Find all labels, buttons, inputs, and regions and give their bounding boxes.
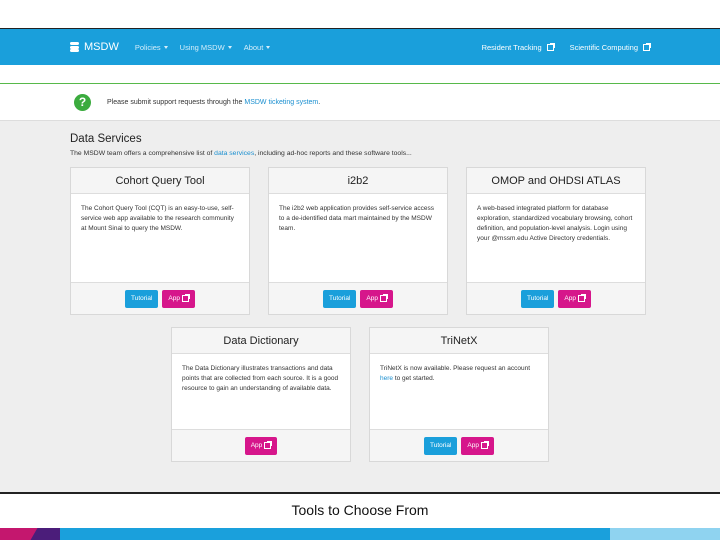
nav-menu-label: Using MSDW bbox=[179, 42, 225, 52]
browser-screenshot: MSDW Policies Using MSDW About Resident … bbox=[0, 28, 720, 494]
app-button[interactable]: App bbox=[360, 289, 393, 308]
nav-menu-using-msdw[interactable]: Using MSDW bbox=[180, 43, 232, 52]
desc-suffix: , including ad-hoc reports and these sof… bbox=[254, 150, 412, 157]
app-button-label: App bbox=[250, 442, 263, 449]
notice-prefix: Please submit support requests through t… bbox=[107, 98, 245, 106]
card-footer: Tutorial App bbox=[269, 282, 447, 314]
main-content: Data Services The MSDW team offers a com… bbox=[0, 121, 720, 462]
decorative-band bbox=[0, 528, 720, 540]
tutorial-button[interactable]: Tutorial bbox=[322, 289, 357, 308]
app-button[interactable]: App bbox=[162, 289, 195, 308]
band-light bbox=[610, 528, 720, 540]
card-title: Data Dictionary bbox=[172, 328, 350, 354]
card-data-dictionary: Data Dictionary The Data Dictionary illu… bbox=[171, 327, 351, 462]
card-body: The i2b2 web application provides self-s… bbox=[279, 205, 434, 232]
app-button[interactable]: App bbox=[461, 436, 494, 455]
notice-suffix: . bbox=[318, 98, 321, 106]
nav-menu-about[interactable]: About bbox=[244, 43, 271, 52]
card-body: The Data Dictionary illustrates transact… bbox=[182, 365, 339, 392]
caret-down-icon bbox=[266, 45, 271, 49]
card-title: i2b2 bbox=[269, 168, 447, 194]
scientific-computing-link[interactable]: Scientific Computing bbox=[569, 42, 651, 52]
question-icon: ? bbox=[74, 93, 91, 111]
external-link-icon bbox=[264, 441, 273, 449]
sub-bar bbox=[0, 65, 720, 84]
support-notice: ? Please submit support requests through… bbox=[0, 84, 720, 121]
card-body: TriNetX is now available. Please request… bbox=[370, 354, 548, 429]
caret-down-icon bbox=[227, 45, 232, 49]
card-footer: Tutorial App bbox=[370, 429, 548, 461]
external-link-icon bbox=[481, 441, 489, 449]
card-title: TriNetX bbox=[370, 328, 548, 354]
ticketing-system-link[interactable]: MSDW ticketing system bbox=[244, 99, 318, 106]
card-omop-ohdsi-atlas: OMOP and OHDSI ATLAS A web-based integra… bbox=[466, 167, 646, 315]
card-body: A web-based integrated platform for data… bbox=[477, 205, 633, 242]
app-button-label: App bbox=[366, 295, 378, 302]
external-link-icon bbox=[380, 294, 388, 302]
app-button-label: App bbox=[564, 295, 576, 302]
card-cohort-query-tool: Cohort Query Tool The Cohort Query Tool … bbox=[70, 167, 250, 315]
tutorial-button[interactable]: Tutorial bbox=[423, 436, 458, 455]
caret-down-icon bbox=[163, 45, 168, 49]
card-footer: Tutorial App bbox=[467, 282, 645, 314]
nav-menu-label: Policies bbox=[134, 42, 161, 52]
external-link-icon bbox=[182, 294, 190, 302]
app-button-label: App bbox=[168, 295, 180, 302]
brand-link[interactable]: MSDW bbox=[70, 41, 119, 53]
cards-row-1: Cohort Query Tool The Cohort Query Tool … bbox=[70, 167, 650, 315]
external-link-icon bbox=[578, 294, 586, 302]
card-body: The Cohort Query Tool (CQT) is an easy-t… bbox=[81, 205, 234, 232]
data-services-link[interactable]: data services bbox=[214, 150, 254, 157]
database-icon bbox=[70, 42, 79, 52]
nav-menu-policies[interactable]: Policies bbox=[135, 43, 168, 52]
top-navbar: MSDW Policies Using MSDW About Resident … bbox=[0, 29, 720, 65]
section-title: Data Services bbox=[70, 133, 142, 145]
body-prefix: TriNetX is now available. Please request… bbox=[380, 365, 531, 372]
card-i2b2: i2b2 The i2b2 web application provides s… bbox=[268, 167, 448, 315]
resident-tracking-link[interactable]: Resident Tracking bbox=[481, 42, 555, 52]
slide-caption: Tools to Choose From bbox=[291, 502, 429, 518]
brand-label: MSDW bbox=[84, 41, 119, 53]
request-account-link[interactable]: here bbox=[380, 375, 393, 382]
section-description: The MSDW team offers a comprehensive lis… bbox=[70, 150, 650, 157]
tutorial-button[interactable]: Tutorial bbox=[520, 289, 555, 308]
nav-link-label: Scientific Computing bbox=[569, 42, 638, 52]
external-link-icon bbox=[546, 42, 555, 51]
body-suffix: to get started. bbox=[393, 375, 435, 382]
external-link-icon bbox=[643, 42, 651, 51]
nav-right-links: Resident Tracking Scientific Computing bbox=[481, 42, 651, 52]
app-button-label: App bbox=[467, 442, 479, 449]
card-footer: App bbox=[172, 429, 350, 461]
band-blue bbox=[60, 528, 620, 540]
app-button[interactable]: App bbox=[244, 436, 278, 455]
card-footer: Tutorial App bbox=[71, 282, 249, 314]
app-button[interactable]: App bbox=[558, 289, 591, 308]
card-title: OMOP and OHDSI ATLAS bbox=[467, 168, 645, 194]
card-trinetx: TriNetX TriNetX is now available. Please… bbox=[369, 327, 549, 462]
card-title: Cohort Query Tool bbox=[71, 168, 249, 194]
nav-link-label: Resident Tracking bbox=[481, 42, 542, 52]
tutorial-button[interactable]: Tutorial bbox=[124, 289, 159, 308]
cards-row-2: Data Dictionary The Data Dictionary illu… bbox=[70, 327, 650, 462]
desc-prefix: The MSDW team offers a comprehensive lis… bbox=[70, 150, 215, 157]
notice-text: Please submit support requests through t… bbox=[107, 99, 320, 106]
nav-menu-label: About bbox=[243, 42, 264, 52]
